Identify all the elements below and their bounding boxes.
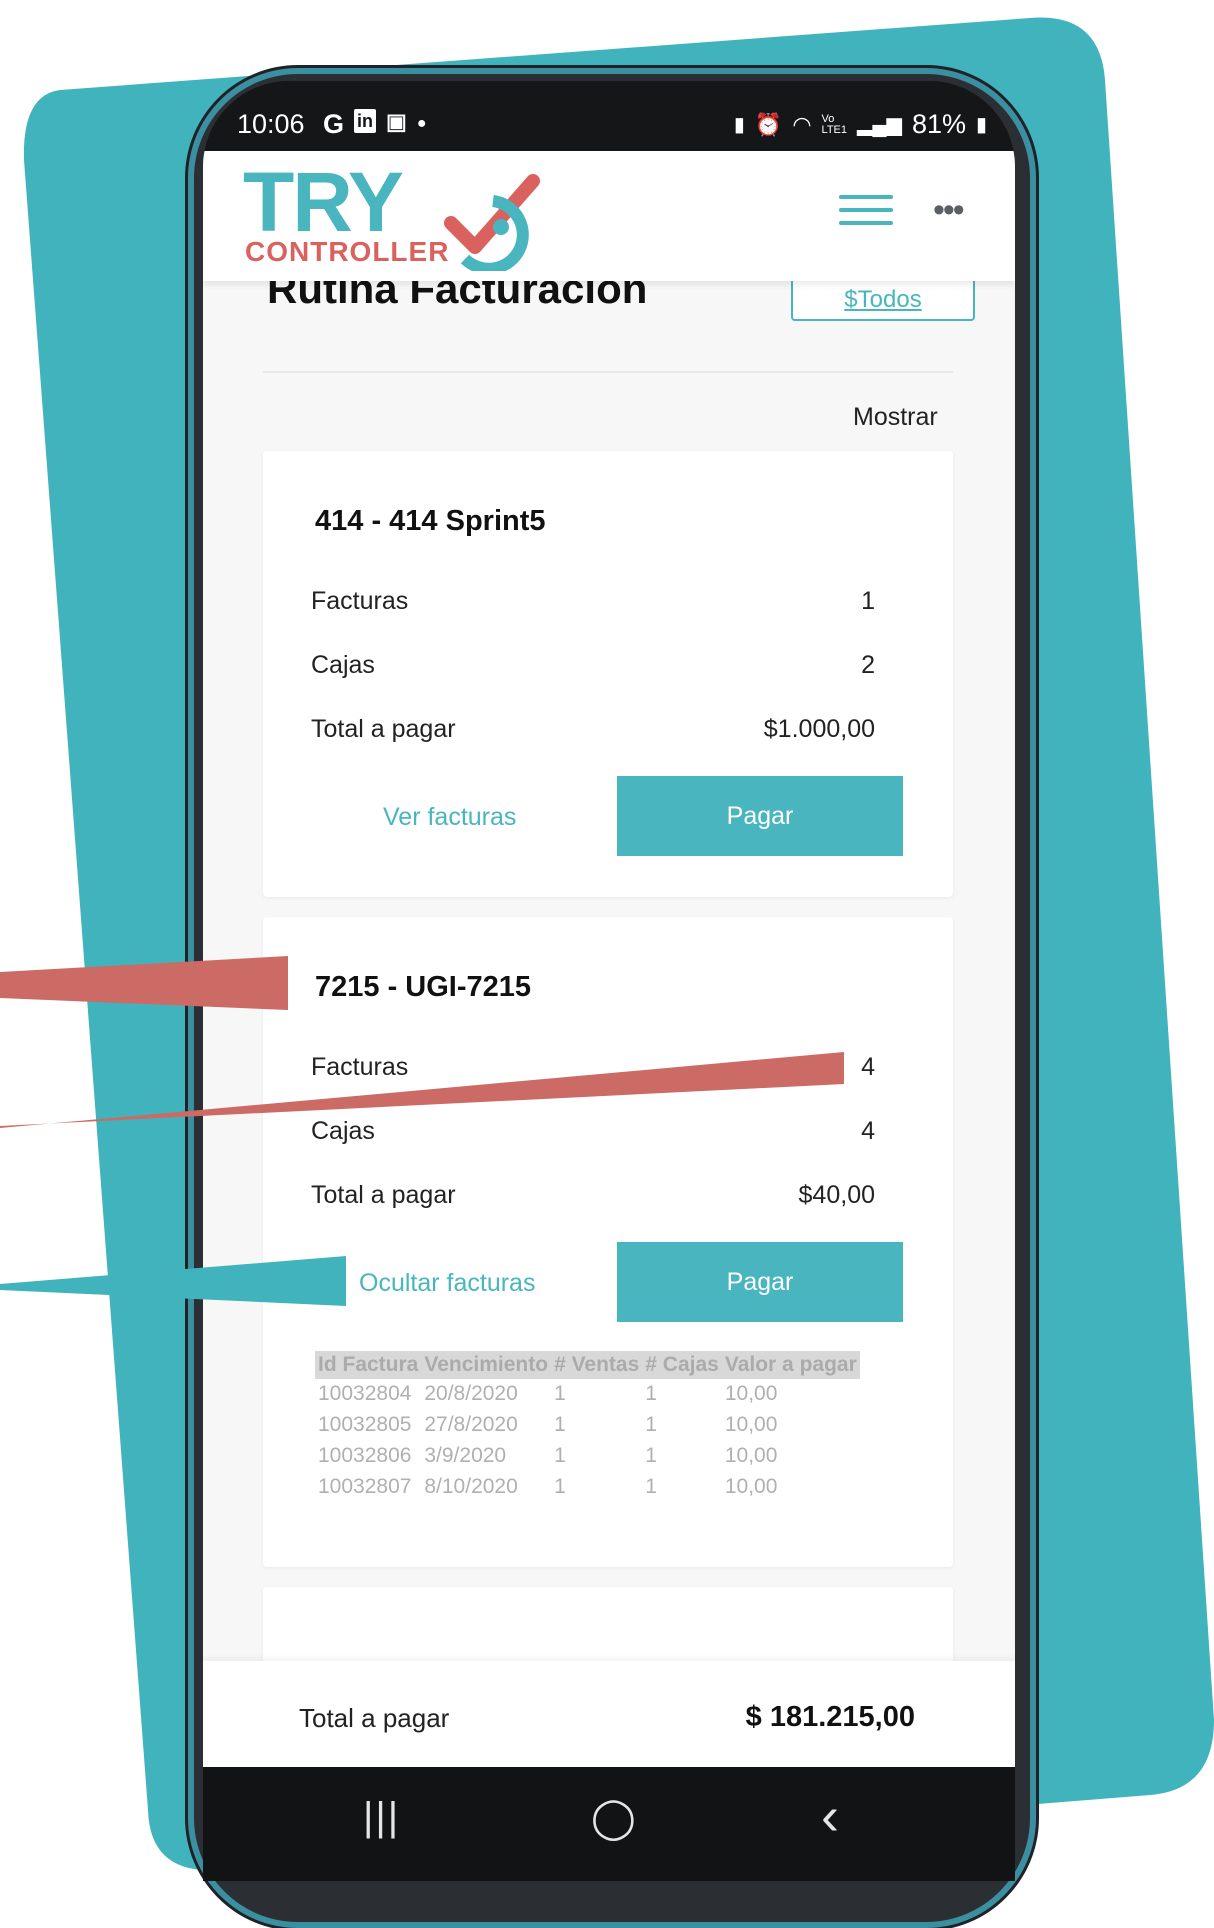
column-header: Valor a pagar — [721, 1351, 860, 1379]
table-cell: 1 — [554, 1475, 566, 1498]
battery-level: 81% — [911, 109, 966, 139]
column-header: # Cajas — [642, 1351, 722, 1379]
pagar-button[interactable]: Pagar — [617, 776, 903, 856]
linkedin-icon: in — [354, 109, 377, 133]
table-cell: 3/9/2020 — [424, 1444, 507, 1467]
table-row: 10032805 27/8/2020 1 1 10,00 — [315, 1410, 860, 1441]
teams-icon: ▣ — [386, 109, 407, 134]
table-cell: 10032807 — [318, 1475, 412, 1498]
cajas-label: Cajas — [311, 1117, 375, 1145]
table-row: 10032807 8/10/2020 1 1 10,00 — [315, 1472, 860, 1503]
table-cell: 1 — [554, 1382, 566, 1405]
total-label: Total a pagar — [311, 715, 456, 743]
cajas-value: 2 — [861, 651, 875, 679]
logo-controller-text: CONTROLLER — [245, 236, 449, 267]
facturas-value: 4 — [861, 1053, 875, 1081]
column-header: Vencimiento — [421, 1351, 552, 1379]
total-value: $1.000,00 — [763, 715, 875, 743]
table-row: 10032804 20/8/2020 1 1 10,00 — [315, 1379, 860, 1410]
table-cell: 1 — [645, 1475, 657, 1498]
table-cell: 20/8/2020 — [424, 1382, 518, 1405]
ver-facturas-link[interactable]: Ver facturas — [383, 803, 516, 832]
more-options-icon[interactable]: ••• — [933, 191, 965, 230]
card-title: 414 - 414 Sprint5 — [315, 505, 546, 537]
facturas-label: Facturas — [311, 587, 409, 615]
column-header: Id Factura — [315, 1351, 422, 1379]
ocultar-facturas-link[interactable]: Ocultar facturas — [359, 1269, 535, 1298]
footer-total-label: Total a pagar — [299, 1703, 450, 1733]
invoice-table: Id Factura Vencimiento # Ventas # Cajas … — [315, 1351, 860, 1503]
footer-total-value: $ 181.215,00 — [745, 1701, 915, 1733]
table-cell: 10032806 — [318, 1444, 412, 1467]
status-time: 10:06 — [237, 109, 305, 139]
status-bar: 10:06 G in ▣ ● ▮ ⏰ ◠ Vo LTE1 ▂▄▆ 81% ▮ — [203, 81, 1015, 151]
table-row: 10032806 3/9/2020 1 1 10,00 — [315, 1441, 860, 1472]
app-bar: TRY CONTROLLER ••• — [203, 151, 1015, 281]
status-right-icons: ▮ ⏰ ◠ Vo LTE1 ▂▄▆ 81% ▮ — [734, 109, 987, 140]
app-screen: TRY CONTROLLER ••• Rutina Facturacion $T… — [203, 151, 1015, 1767]
alarm-icon: ⏰ — [754, 111, 783, 137]
total-footer: Total a pagar $ 181.215,00 — [203, 1661, 1015, 1767]
table-cell: 1 — [554, 1413, 566, 1436]
home-icon[interactable]: ◯ — [591, 1795, 636, 1841]
facturas-label: Facturas — [311, 1053, 409, 1081]
try-controller-logo[interactable]: TRY CONTROLLER — [243, 155, 583, 275]
table-cell: 1 — [645, 1413, 657, 1436]
pagar-button[interactable]: Pagar — [617, 1242, 903, 1322]
google-icon: G — [323, 109, 345, 139]
total-label: Total a pagar — [311, 1181, 456, 1209]
facturas-value: 1 — [861, 587, 875, 615]
wifi-icon: ◠ — [792, 111, 812, 137]
recents-icon[interactable]: ||| — [363, 1795, 400, 1840]
phone-screen-frame: 10:06 G in ▣ ● ▮ ⏰ ◠ Vo LTE1 ▂▄▆ 81% ▮ TR… — [203, 81, 1015, 1881]
logo-graphic: TRY CONTROLLER — [243, 155, 540, 275]
header-divider — [263, 371, 953, 373]
hamburger-menu-icon[interactable] — [839, 195, 893, 235]
store-card: 414 - 414 Sprint5 Facturas 1 Cajas 2 Tot… — [263, 451, 953, 897]
table-cell: 10,00 — [724, 1413, 778, 1436]
battery-saver-icon: ▮ — [733, 114, 745, 136]
dot-icon: ● — [416, 115, 427, 132]
table-cell: 10,00 — [724, 1475, 778, 1498]
table-cell: 1 — [554, 1444, 566, 1467]
table-cell: 27/8/2020 — [424, 1413, 518, 1436]
total-value: $40,00 — [798, 1181, 875, 1209]
table-cell: 10,00 — [724, 1382, 778, 1405]
battery-icon: ▮ — [975, 114, 987, 136]
table-cell: 10032805 — [318, 1413, 412, 1436]
volte-icon: Vo LTE1 — [821, 112, 847, 136]
back-icon[interactable]: ‹ — [821, 1785, 839, 1847]
cajas-label: Cajas — [311, 651, 375, 679]
column-header: # Ventas — [551, 1351, 643, 1379]
mostrar-toggle[interactable]: Mostrar — [853, 403, 938, 432]
table-cell: 10,00 — [724, 1444, 778, 1467]
table-cell: 8/10/2020 — [424, 1475, 518, 1498]
signal-icon: ▂▄▆ — [857, 114, 902, 136]
card-title: 7215 - UGI-7215 — [315, 971, 532, 1003]
system-nav-bar: ||| ◯ ‹ — [203, 1767, 1015, 1877]
table-cell: 1 — [645, 1444, 657, 1467]
status-left-icons: G in ▣ ● — [323, 109, 426, 140]
cajas-value: 4 — [861, 1117, 875, 1145]
table-header-row: Id Factura Vencimiento # Ventas # Cajas … — [315, 1351, 860, 1379]
table-cell: 10032804 — [318, 1382, 412, 1405]
store-card: 7215 - UGI-7215 Facturas 4 Cajas 4 Total… — [263, 917, 953, 1567]
table-cell: 1 — [645, 1382, 657, 1405]
